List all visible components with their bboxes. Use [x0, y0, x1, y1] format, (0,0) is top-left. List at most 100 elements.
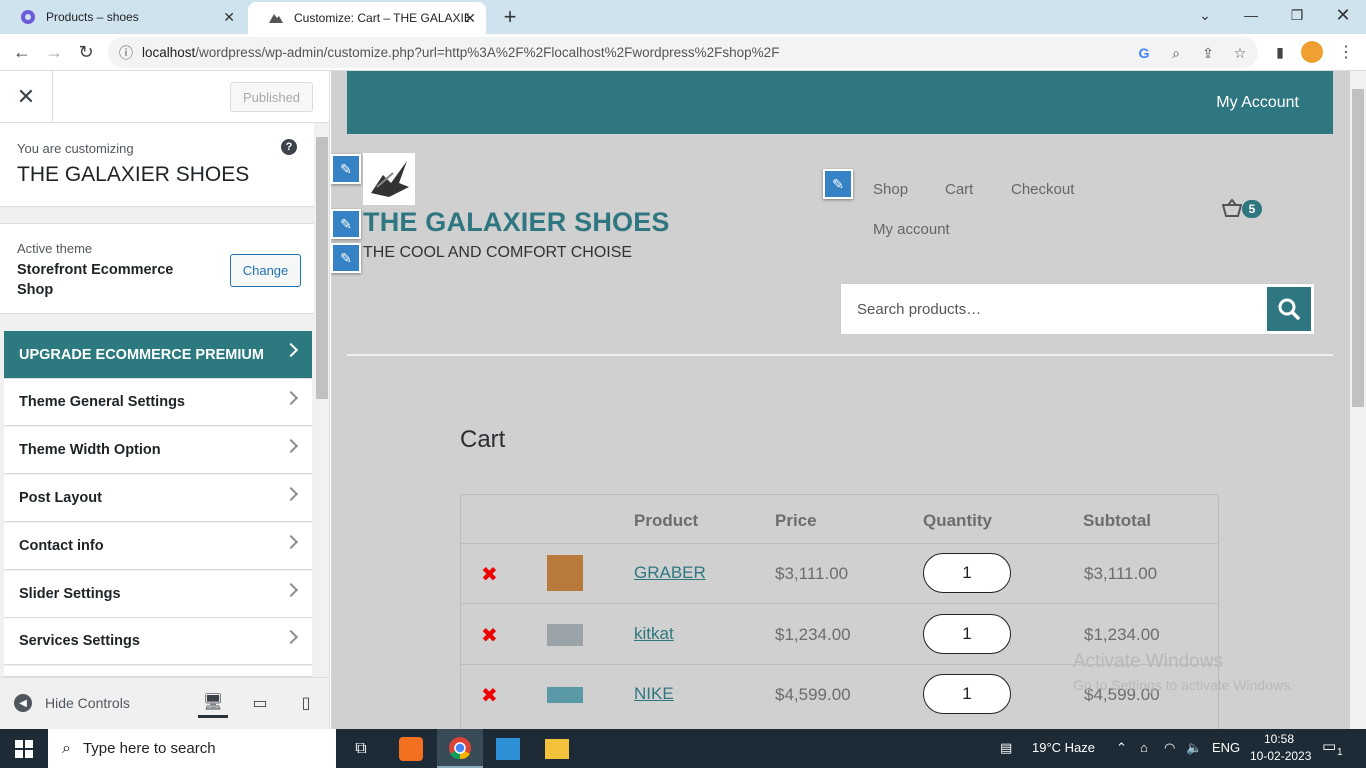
- product-name-link[interactable]: NIKE: [634, 684, 674, 704]
- product-name-link[interactable]: kitkat: [634, 624, 674, 644]
- quantity-input[interactable]: 1: [923, 553, 1011, 593]
- site-title[interactable]: THE GALAXIER SHOES: [363, 207, 670, 238]
- wordpress-favicon-icon: [20, 9, 36, 25]
- new-tab-icon[interactable]: +: [498, 4, 522, 30]
- published-button[interactable]: Published: [230, 82, 313, 112]
- nav-cart[interactable]: Cart: [945, 181, 973, 198]
- tab-customize-cart[interactable]: Customize: Cart – THE GALAXIER ✕: [248, 2, 486, 34]
- tab-search-chevron-icon[interactable]: ⌄: [1182, 0, 1228, 30]
- clock-date[interactable]: 10-02-2023: [1250, 749, 1311, 763]
- remove-item-icon[interactable]: ✖: [481, 562, 498, 587]
- volume-icon[interactable]: 🔈: [1186, 740, 1202, 756]
- edit-menu-pencil-icon[interactable]: ✎: [823, 169, 853, 199]
- remove-item-icon[interactable]: ✖: [481, 683, 498, 708]
- section-theme-width-option[interactable]: Theme Width Option: [4, 427, 312, 474]
- xampp-app-icon[interactable]: [388, 729, 434, 768]
- section-label: Post Layout: [19, 490, 102, 506]
- nav-my-account[interactable]: My account: [873, 221, 950, 238]
- edit-title-pencil-icon[interactable]: ✎: [331, 209, 361, 239]
- basket-icon[interactable]: [1221, 198, 1243, 222]
- product-thumbnail[interactable]: [547, 624, 583, 646]
- search-button[interactable]: [1267, 287, 1311, 331]
- address-bar[interactable]: ⓘ localhost/wordpress/wp-admin/customize…: [108, 37, 1258, 68]
- bookmark-star-icon[interactable]: ☆: [1230, 43, 1250, 63]
- window-close-icon[interactable]: ✕: [1320, 0, 1366, 30]
- file-explorer-icon[interactable]: [534, 729, 580, 768]
- header-subtotal: Subtotal: [1083, 511, 1151, 530]
- nav-shop[interactable]: Shop: [873, 181, 908, 198]
- theme-name: Storefront Ecommerce Shop: [17, 262, 174, 298]
- section-partial: [4, 666, 312, 677]
- product-name-link[interactable]: GRABER: [634, 563, 706, 583]
- site-logo[interactable]: [363, 153, 415, 205]
- network-icon[interactable]: ⌂: [1140, 740, 1148, 755]
- hide-controls-button[interactable]: ◀ Hide Controls: [14, 694, 130, 712]
- section-theme-general-settings[interactable]: Theme General Settings: [4, 379, 312, 426]
- preview-scrollbar[interactable]: [1350, 71, 1366, 729]
- header-price: Price: [775, 511, 817, 530]
- chrome-app-icon[interactable]: [437, 729, 483, 768]
- tab-products-shoes[interactable]: Products – shoes ✕: [0, 0, 245, 34]
- mobile-preview-icon[interactable]: ▯: [291, 688, 321, 718]
- section-upgrade-premium[interactable]: UPGRADE ECOMMERCE PREMIUM: [4, 331, 312, 379]
- customizing-label: You are customizing: [17, 141, 134, 156]
- photos-app-icon[interactable]: [485, 729, 531, 768]
- weather-icon[interactable]: ▤: [1000, 740, 1012, 756]
- section-contact-info[interactable]: Contact info: [4, 523, 312, 570]
- search-input[interactable]: Search products…: [857, 301, 981, 318]
- edit-tagline-pencil-icon[interactable]: ✎: [331, 243, 361, 273]
- nav-checkout[interactable]: Checkout: [1011, 181, 1074, 198]
- product-subtotal: $3,111.00: [1084, 564, 1158, 583]
- profile-avatar[interactable]: [1300, 40, 1324, 64]
- quantity-input[interactable]: 1: [923, 614, 1011, 654]
- tablet-preview-icon[interactable]: ▭: [245, 688, 275, 718]
- tab-title: Customize: Cart – THE GALAXIER: [294, 11, 469, 25]
- taskbar-search-placeholder: Type here to search: [82, 740, 216, 757]
- windows-start-icon[interactable]: [0, 729, 48, 768]
- url-text: localhost/wordpress/wp-admin/customize.p…: [142, 45, 780, 60]
- close-tab-icon[interactable]: ✕: [223, 9, 235, 26]
- section-label: Services Settings: [19, 633, 140, 649]
- section-slider-settings[interactable]: Slider Settings: [4, 571, 312, 618]
- customized-site-name: THE GALAXIER SHOES: [17, 163, 250, 186]
- section-label: Contact info: [19, 538, 104, 554]
- browser-menu-icon[interactable]: ⋮: [1334, 40, 1358, 64]
- product-search-field[interactable]: Search products…: [840, 283, 1315, 335]
- forward-icon[interactable]: →: [42, 40, 66, 64]
- taskbar-search-box[interactable]: ⌕ Type here to search: [48, 729, 336, 768]
- google-icon[interactable]: G: [1134, 43, 1154, 63]
- quantity-input[interactable]: 1: [923, 674, 1011, 714]
- section-services-settings[interactable]: Services Settings: [4, 618, 312, 665]
- section-label: UPGRADE ECOMMERCE PREMIUM: [19, 346, 264, 363]
- desktop-preview-icon[interactable]: 🖥: [198, 688, 228, 718]
- edit-logo-pencil-icon[interactable]: ✎: [331, 154, 361, 184]
- back-icon[interactable]: ←: [10, 40, 34, 64]
- my-account-link[interactable]: My Account: [1216, 94, 1299, 112]
- weather-text[interactable]: 19°C Haze: [1032, 740, 1095, 755]
- help-icon[interactable]: ?: [281, 139, 297, 155]
- reload-icon[interactable]: ↻: [74, 40, 98, 64]
- remove-item-icon[interactable]: ✖: [481, 623, 498, 648]
- section-post-layout[interactable]: Post Layout: [4, 475, 312, 522]
- collapse-arrow-icon: ◀: [14, 694, 32, 712]
- clock-time[interactable]: 10:58: [1264, 732, 1294, 746]
- site-info-icon[interactable]: ⓘ: [116, 43, 136, 63]
- zoom-icon[interactable]: ⌕: [1166, 43, 1186, 63]
- task-view-icon[interactable]: ⧉: [338, 729, 384, 768]
- wifi-icon[interactable]: ◠: [1164, 740, 1175, 756]
- product-thumbnail[interactable]: [547, 555, 583, 591]
- notifications-icon[interactable]: ▭: [1322, 737, 1336, 755]
- product-thumbnail[interactable]: [547, 687, 583, 703]
- sidebar-scrollbar[interactable]: [314, 123, 329, 677]
- share-icon[interactable]: ⇪: [1198, 43, 1218, 63]
- close-tab-icon[interactable]: ✕: [464, 10, 476, 27]
- close-customizer-icon[interactable]: ✕: [0, 71, 53, 123]
- show-hidden-icons-chevron[interactable]: ⌃: [1116, 740, 1127, 756]
- minimize-icon[interactable]: —: [1228, 0, 1274, 30]
- side-panel-icon[interactable]: ▮: [1268, 40, 1292, 64]
- page-title: Cart: [460, 426, 506, 453]
- product-subtotal: $1,234.00: [1084, 625, 1160, 644]
- language-indicator[interactable]: ENG: [1212, 740, 1240, 755]
- restore-icon[interactable]: ❐: [1274, 0, 1320, 30]
- change-theme-button[interactable]: Change: [230, 254, 301, 287]
